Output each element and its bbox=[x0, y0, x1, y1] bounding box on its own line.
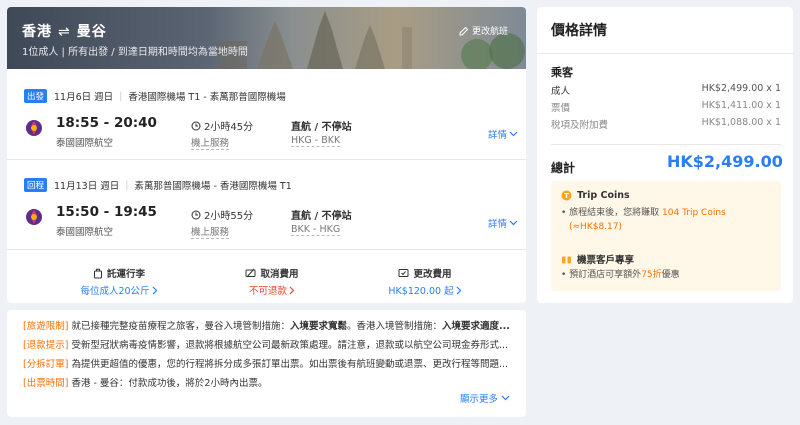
chevron-right-icon bbox=[456, 286, 461, 294]
outbound-badge: 出發 bbox=[24, 89, 48, 103]
passengers-title: 乘客 bbox=[551, 66, 573, 79]
note-ticketing-time: [出票時間] 香港 - 曼谷：付款成功後，將於2小時內出票。 bbox=[23, 378, 268, 389]
price-details-title: 價格詳情 bbox=[551, 23, 607, 39]
chevron-right-icon bbox=[289, 286, 295, 294]
outbound-duration: 2小時45分 bbox=[191, 118, 253, 133]
chevron-right-icon bbox=[152, 286, 157, 294]
show-more-button[interactable]: 顯示更多 bbox=[460, 391, 510, 405]
price-details-card: 價格詳情 乘客 成人 HK$2,499.00 x 1 票價 HK$1,411.0… bbox=[537, 7, 793, 303]
return-route: 素萬那普國際機場 - 香港國際機場 T1 bbox=[134, 181, 292, 192]
change-flight-label: 更改航班 bbox=[472, 27, 509, 37]
flight-summary-card: 香港 ⇌ 曼谷 1位成人 | 所有出發 / 到達日期和時間均為當地時間 更改航班 出… bbox=[7, 7, 526, 303]
total-divider bbox=[551, 144, 781, 145]
return-header: 回程 11月13日 週日 | 素萬那普國際機場 - 香港國際機場 T1 bbox=[24, 178, 292, 192]
edit-icon bbox=[459, 26, 469, 35]
trip-coins-title: T Trip Coins bbox=[561, 190, 630, 201]
note-split-order: [分拆訂單] 為提供更超值的優惠，您的行程將拆分成多張訂單出票。如出票後有航班變… bbox=[23, 359, 509, 370]
luggage-icon bbox=[93, 268, 102, 278]
return-badge: 回程 bbox=[24, 178, 48, 192]
clock-icon bbox=[191, 210, 201, 219]
outbound-header: 出發 11月6日 週日 | 香港國際機場 T1 - 素萬那普國際機場 bbox=[24, 89, 286, 103]
change-fee-icon bbox=[398, 269, 409, 277]
fees-divider bbox=[7, 249, 526, 250]
return-date: 11月13日 週日 bbox=[54, 181, 120, 192]
total-label: 總計 bbox=[551, 161, 576, 175]
change-fee-link[interactable]: HK$120.00 起 bbox=[345, 283, 505, 297]
outbound-airline: 泰國國際航空 bbox=[56, 138, 114, 149]
baggage-fee: 託運行李 每位成人20公斤 bbox=[39, 266, 199, 297]
outbound-service[interactable]: 機上服務 bbox=[191, 135, 230, 150]
svg-text:T: T bbox=[564, 192, 569, 200]
return-stop: 直航 / 不停站 bbox=[291, 211, 352, 222]
destination-city: 曼谷 bbox=[76, 24, 107, 40]
chevron-down-icon bbox=[509, 220, 518, 226]
thai-airways-logo-icon bbox=[26, 120, 42, 136]
price-row-fare: 票價 HK$1,411.00 x 1 bbox=[551, 100, 781, 114]
chevron-down-icon bbox=[509, 131, 518, 137]
clock-icon bbox=[191, 121, 201, 130]
non-refundable-link[interactable]: 不可退款 bbox=[192, 283, 352, 297]
chevron-down-icon bbox=[501, 395, 510, 401]
price-row-taxes: 稅項及附加費 HK$1,088.00 x 1 bbox=[551, 117, 781, 131]
member-offer-title: 機票客戶專享 bbox=[561, 252, 634, 266]
origin-city: 香港 bbox=[22, 24, 52, 40]
route-header: 香港 ⇌ 曼谷 1位成人 | 所有出發 / 到達日期和時間均為當地時間 更改航班 bbox=[7, 7, 526, 69]
outbound-detail-button[interactable]: 詳情 bbox=[488, 127, 518, 141]
trip-subtitle: 1位成人 | 所有出發 / 到達日期和時間均為當地時間 bbox=[22, 47, 248, 58]
coin-icon: T bbox=[561, 190, 572, 201]
outbound-stop: 直航 / 不停站 bbox=[291, 122, 352, 133]
change-flight-link[interactable]: 更改航班 bbox=[459, 24, 508, 37]
rewards-box: T Trip Coins • 旅程結束後，您將賺取 104 Trip Coins… bbox=[551, 181, 781, 291]
swap-arrow-icon: ⇌ bbox=[58, 24, 71, 40]
member-offer-text: • 預訂酒店可享額外75折優惠 bbox=[561, 270, 680, 280]
return-duration: 2小時55分 bbox=[191, 207, 253, 222]
outbound-times: 18:55 - 20:40 bbox=[56, 115, 157, 131]
price-header-divider bbox=[537, 53, 793, 54]
note-travel-restriction: [旅遊限制] 就已接種完整疫苗療程之旅客，曼谷入境管制措施：入境要求寬鬆。香港入… bbox=[23, 321, 510, 332]
return-service[interactable]: 機上服務 bbox=[191, 224, 230, 239]
outbound-route: 香港國際機場 T1 - 素萬那普國際機場 bbox=[128, 92, 286, 103]
segment-divider bbox=[7, 159, 526, 160]
outbound-date: 11月6日 週日 bbox=[54, 92, 114, 103]
ticket-gift-icon bbox=[562, 256, 571, 263]
return-times: 15:50 - 19:45 bbox=[56, 204, 157, 220]
travel-notes-card: [旅遊限制] 就已接種完整疫苗療程之旅客，曼谷入境管制措施：入境要求寬鬆。香港入… bbox=[7, 310, 526, 417]
change-fee: 更改費用 HK$120.00 起 bbox=[345, 266, 505, 297]
cancel-fee-icon bbox=[245, 268, 256, 278]
cancellation-fee: 取消費用 不可退款 bbox=[192, 266, 352, 297]
return-codes[interactable]: BKK - HKG bbox=[291, 224, 341, 236]
thai-airways-logo-icon bbox=[26, 209, 42, 225]
price-row-adult: 成人 HK$2,499.00 x 1 bbox=[551, 83, 781, 97]
baggage-allowance-link[interactable]: 每位成人20公斤 bbox=[39, 283, 199, 297]
total-price: HK$2,499.00 bbox=[667, 152, 783, 171]
trip-coins-text: • 旅程結束後，您將賺取 104 Trip Coins (≈HK$8.17) bbox=[561, 208, 726, 232]
return-airline: 泰國國際航空 bbox=[56, 227, 114, 238]
outbound-codes[interactable]: HKG - BKK bbox=[291, 135, 341, 147]
note-refund: [退款提示] 受新型冠狀病毒疫情影響，退款將根據航空公司最新政策處理。請注意，退… bbox=[23, 340, 509, 351]
return-detail-button[interactable]: 詳情 bbox=[488, 216, 518, 230]
route-title: 香港 ⇌ 曼谷 bbox=[22, 21, 107, 41]
